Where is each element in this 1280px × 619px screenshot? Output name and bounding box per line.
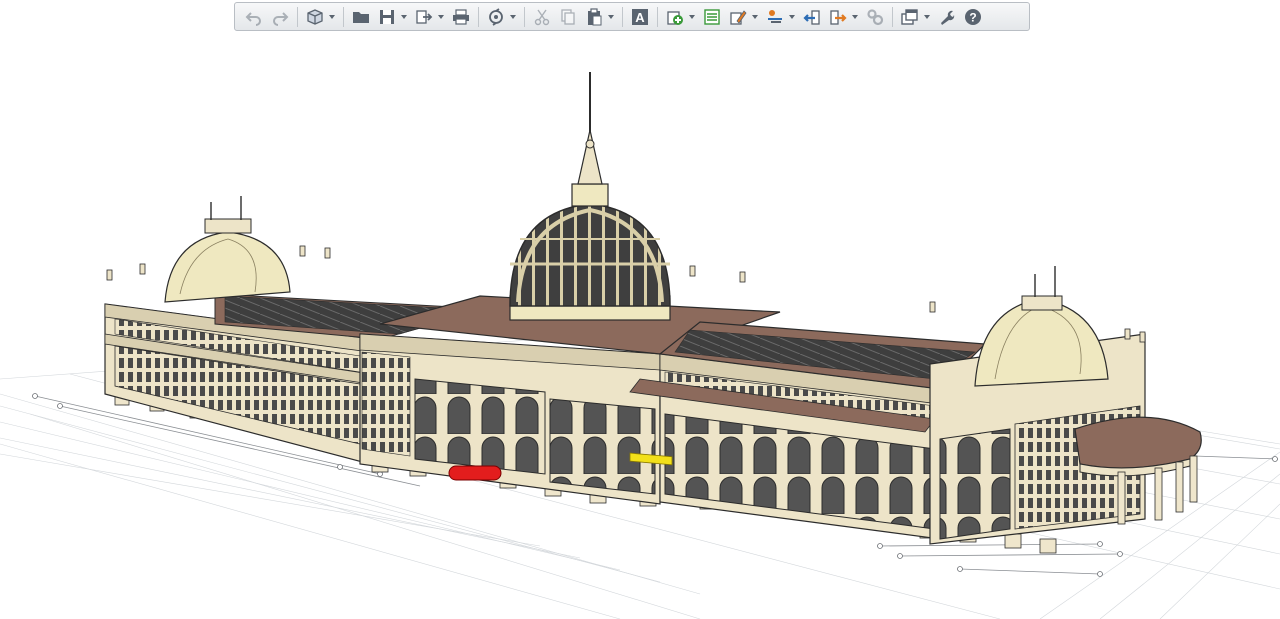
svg-text:A: A bbox=[635, 10, 645, 25]
open-button[interactable] bbox=[350, 6, 372, 28]
help-button[interactable]: ? bbox=[962, 6, 984, 28]
print-button[interactable] bbox=[450, 6, 472, 28]
undo-icon bbox=[245, 8, 263, 26]
toolbar-separator bbox=[524, 6, 525, 27]
help-icon: ? bbox=[964, 8, 982, 26]
list-icon bbox=[703, 8, 721, 26]
undo-button[interactable] bbox=[243, 6, 265, 28]
tools-button[interactable] bbox=[936, 6, 958, 28]
import-arrow-icon bbox=[803, 8, 821, 26]
3d-viewport[interactable] bbox=[0, 34, 1280, 619]
chevron-down-icon bbox=[438, 14, 444, 19]
clipboard-icon bbox=[585, 7, 603, 26]
add-plus-icon bbox=[666, 8, 684, 26]
main-toolbar: A? bbox=[234, 2, 1030, 31]
windows-dropdown-arrow[interactable] bbox=[923, 6, 931, 28]
floppy-disk-icon bbox=[378, 8, 396, 26]
right-pavilion bbox=[929, 266, 1146, 545]
add-object-button[interactable] bbox=[664, 6, 686, 28]
gears-icon bbox=[866, 8, 884, 26]
central-dome bbox=[509, 72, 671, 321]
filter-button[interactable] bbox=[764, 6, 786, 28]
wrench-icon bbox=[938, 8, 956, 26]
add-object-dropdown-arrow[interactable] bbox=[688, 6, 696, 28]
toolbar-separator bbox=[892, 6, 893, 27]
paste-dropdown-arrow[interactable] bbox=[607, 6, 615, 28]
export-icon bbox=[415, 8, 433, 26]
chevron-down-icon bbox=[852, 14, 858, 19]
filter-dropdown-arrow[interactable] bbox=[788, 6, 796, 28]
cloud-sync-icon bbox=[487, 7, 505, 26]
export-arrow-icon bbox=[829, 8, 847, 26]
sync-dropdown-arrow[interactable] bbox=[509, 6, 517, 28]
save-dropdown-arrow[interactable] bbox=[400, 6, 408, 28]
chevron-down-icon bbox=[401, 14, 407, 19]
toolbar-separator bbox=[343, 6, 344, 27]
cut-button[interactable] bbox=[531, 6, 553, 28]
windows-button[interactable] bbox=[899, 6, 921, 28]
save-button[interactable] bbox=[376, 6, 398, 28]
chevron-down-icon bbox=[752, 14, 758, 19]
export-data-dropdown-arrow[interactable] bbox=[851, 6, 859, 28]
toolbar-separator bbox=[297, 6, 298, 27]
svg-text:?: ? bbox=[969, 10, 976, 24]
edit-props-button[interactable] bbox=[727, 6, 749, 28]
redo-icon bbox=[271, 8, 289, 26]
sync-button[interactable] bbox=[485, 6, 507, 28]
toolbar-separator bbox=[478, 6, 479, 27]
new-model-dropdown-arrow[interactable] bbox=[328, 6, 336, 28]
copy-button[interactable] bbox=[557, 6, 579, 28]
edit-pencil-icon bbox=[729, 8, 747, 26]
export-dropdown-arrow[interactable] bbox=[437, 6, 445, 28]
import-button[interactable] bbox=[801, 6, 823, 28]
chevron-down-icon bbox=[924, 14, 930, 19]
new-model-button[interactable] bbox=[304, 6, 326, 28]
list-button[interactable] bbox=[701, 6, 723, 28]
cube-icon bbox=[306, 8, 324, 26]
toolbar-separator bbox=[657, 6, 658, 27]
copy-icon bbox=[559, 8, 577, 26]
scissors-icon bbox=[533, 8, 551, 26]
toolbar-separator bbox=[622, 6, 623, 27]
left-dome bbox=[164, 196, 291, 303]
redo-button[interactable] bbox=[269, 6, 291, 28]
settings-gears-button[interactable] bbox=[864, 6, 886, 28]
folder-icon bbox=[352, 8, 370, 26]
export-button[interactable] bbox=[413, 6, 435, 28]
chevron-down-icon bbox=[608, 14, 614, 19]
chevron-down-icon bbox=[510, 14, 516, 19]
chevron-down-icon bbox=[689, 14, 695, 19]
chevron-down-icon bbox=[789, 14, 795, 19]
windows-icon bbox=[901, 8, 919, 26]
chevron-down-icon bbox=[329, 14, 335, 19]
text-button[interactable]: A bbox=[629, 6, 651, 28]
edit-props-dropdown-arrow[interactable] bbox=[751, 6, 759, 28]
paste-button[interactable] bbox=[583, 6, 605, 28]
selected-element-red[interactable] bbox=[448, 465, 502, 481]
text-a-icon: A bbox=[631, 8, 649, 26]
printer-icon bbox=[452, 8, 470, 26]
export-data-button[interactable] bbox=[827, 6, 849, 28]
filter-bulb-icon bbox=[766, 8, 784, 26]
